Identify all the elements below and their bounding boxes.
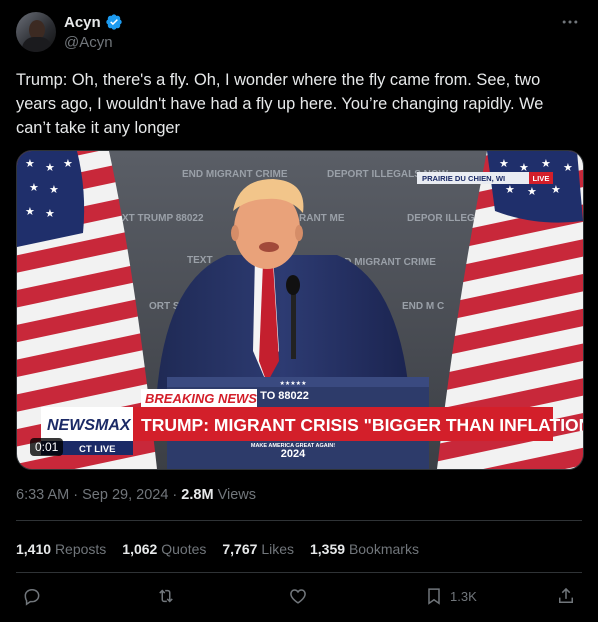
svg-text:★: ★	[63, 157, 73, 170]
location-tag: PRAIRIE DU CHIEN, WI	[422, 174, 505, 183]
likes-stat[interactable]: 7,767 Likes	[222, 541, 294, 557]
verified-badge-icon	[105, 13, 123, 31]
svg-text:★: ★	[45, 207, 55, 220]
bookmarks-label: Bookmarks	[348, 541, 419, 557]
svg-text:★: ★	[541, 157, 551, 170]
tweet-meta: 6:33 AM · Sep 29, 2024 · 2.8M Views	[16, 487, 256, 503]
meta-separator: ·	[172, 487, 178, 503]
meta-separator: ·	[73, 487, 79, 503]
tweet-date[interactable]: Sep 29, 2024	[82, 487, 168, 503]
svg-text:★: ★	[25, 157, 35, 170]
share-button[interactable]	[556, 586, 576, 606]
bookmark-icon	[428, 588, 440, 605]
reposts-stat[interactable]: 1,410 Reposts	[16, 541, 106, 557]
svg-text:★: ★	[45, 161, 55, 174]
bookmark-count: 1.3K	[450, 588, 477, 604]
backdrop-sign: XT TRUMP 88022	[122, 213, 204, 224]
avatar[interactable]	[16, 12, 56, 52]
live-tag: LIVE	[533, 174, 550, 183]
author-name-row: Acyn	[64, 13, 123, 31]
divider	[16, 572, 582, 573]
tweet-time[interactable]: 6:33 AM	[16, 487, 69, 503]
more-options-icon[interactable]	[560, 12, 580, 32]
views-count: 2.8M	[181, 487, 214, 503]
likes-count: 7,767	[222, 541, 258, 557]
video-duration-badge: 0:01	[30, 438, 64, 456]
reposts-label: Reposts	[54, 541, 107, 557]
location-bug: PRAIRIE DU CHIEN, WI LIVE	[417, 172, 553, 184]
svg-text:★: ★	[499, 157, 509, 170]
reply-button[interactable]	[22, 586, 42, 606]
reply-icon	[24, 589, 40, 606]
repost-icon	[159, 589, 173, 603]
breaking-news-label: BREAKING NEWS	[145, 391, 257, 406]
svg-text:★: ★	[49, 183, 59, 196]
quotes-stat[interactable]: 1,062 Quotes	[122, 541, 206, 557]
newsmax-logo: NEWSMAX	[47, 417, 132, 434]
backdrop-sign: RANT ME	[299, 213, 345, 224]
author-handle[interactable]: @Acyn	[64, 34, 113, 51]
video-player[interactable]: END MIGRANT CRIME DEPORT ILLEGALS NOW XT…	[16, 150, 584, 470]
reposts-count: 1,410	[16, 541, 52, 557]
quotes-label: Quotes	[161, 541, 207, 557]
backdrop-sign: END MIGRANT CRIME	[182, 169, 288, 180]
like-button[interactable]	[288, 586, 308, 606]
svg-text:★: ★	[25, 205, 35, 218]
svg-text:★: ★	[29, 181, 39, 194]
bookmark-button[interactable]: 1.3K	[424, 586, 477, 606]
chyron-time-live: CT LIVE	[79, 444, 115, 455]
likes-label: Likes	[261, 541, 294, 557]
backdrop-sign: END M C	[402, 301, 444, 312]
backdrop-sign: TEXT	[187, 255, 213, 266]
action-bar: 1.3K	[16, 586, 582, 610]
tweet: Acyn @Acyn Trump: Oh, there's a fly. Oh,…	[0, 0, 598, 622]
bookmarks-count: 1,359	[310, 541, 346, 557]
chyron-headline: TRUMP: MIGRANT CRISIS "BIGGER THAN INFLA…	[141, 415, 583, 435]
svg-text:★: ★	[527, 185, 537, 198]
svg-text:★: ★	[563, 161, 573, 174]
svg-text:★: ★	[551, 183, 561, 196]
tweet-text: Trump: Oh, there's a fly. Oh, I wonder w…	[16, 71, 544, 137]
engagement-stats: 1,410 Reposts 1,062 Quotes 7,767 Likes 1…	[16, 541, 419, 557]
heart-icon	[290, 589, 306, 604]
bookmarks-stat[interactable]: 1,359 Bookmarks	[310, 541, 419, 557]
author-display-name[interactable]: Acyn	[64, 14, 101, 31]
svg-text:★★★★★: ★★★★★	[280, 380, 307, 387]
quotes-count: 1,062	[122, 541, 158, 557]
share-icon	[559, 587, 573, 603]
divider	[16, 520, 582, 521]
views-label: Views	[217, 487, 256, 503]
podium-year: 2024	[281, 448, 306, 460]
svg-text:★: ★	[505, 183, 515, 196]
repost-button[interactable]	[156, 586, 176, 606]
avatar-body	[22, 37, 52, 52]
